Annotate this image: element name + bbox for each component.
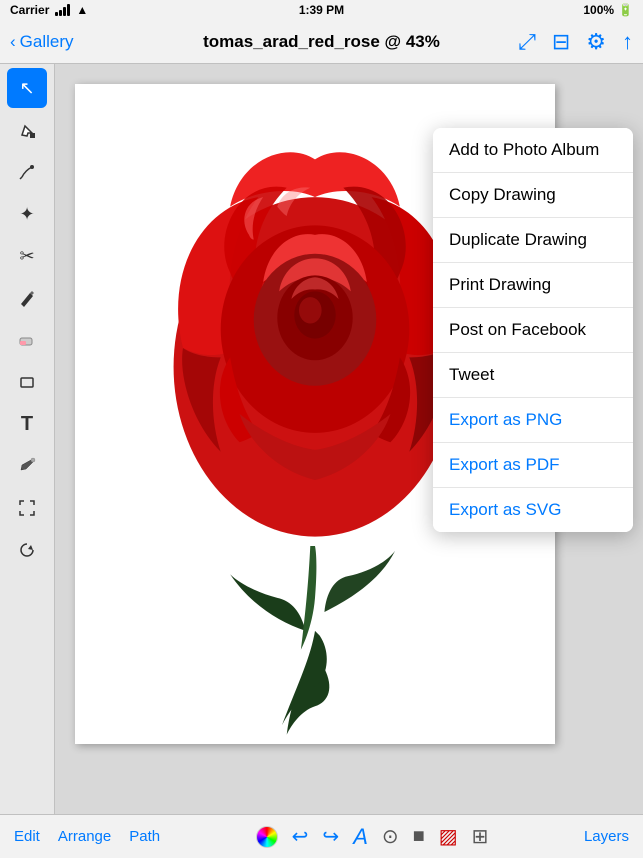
zoom-tool[interactable] bbox=[7, 488, 47, 528]
export-svg-item[interactable]: Export as SVG bbox=[433, 488, 633, 532]
fullscreen-icon[interactable]: ⤢ bbox=[518, 29, 536, 55]
scissors-tool[interactable]: ✂ bbox=[7, 236, 47, 276]
dropdown-menu: Add to Photo Album Copy Drawing Duplicat… bbox=[433, 128, 633, 532]
status-time: 1:39 PM bbox=[299, 3, 344, 17]
battery-icon: 🔋 bbox=[618, 3, 633, 17]
battery-label: 100% bbox=[583, 3, 614, 17]
layers-button[interactable]: Layers bbox=[584, 828, 629, 845]
wifi-icon: ▲ bbox=[76, 3, 88, 17]
status-bar-right: 100% 🔋 bbox=[583, 3, 633, 17]
arrange-button[interactable]: Arrange bbox=[58, 828, 111, 845]
nav-title: tomas_arad_red_rose @ 43% bbox=[203, 32, 440, 52]
back-chevron-icon: ‹ bbox=[10, 32, 16, 52]
share-icon[interactable]: ↑ bbox=[622, 29, 633, 55]
grid-icon[interactable]: ⊞ bbox=[472, 824, 489, 849]
image-icon[interactable]: ⊟ bbox=[552, 29, 570, 55]
undo-button[interactable]: ↩ bbox=[292, 824, 309, 849]
select-tool[interactable]: ↖ bbox=[7, 68, 47, 108]
text-tool[interactable]: T bbox=[7, 404, 47, 444]
carrier-label: Carrier bbox=[10, 3, 49, 17]
print-drawing-item[interactable]: Print Drawing bbox=[433, 263, 633, 308]
signal-icon bbox=[55, 4, 70, 16]
rotate-tool[interactable] bbox=[7, 530, 47, 570]
tweet-item[interactable]: Tweet bbox=[433, 353, 633, 398]
redo-button[interactable]: ↪ bbox=[322, 824, 339, 849]
status-bar-left: Carrier ▲ bbox=[10, 3, 88, 17]
bottom-center: ↩ ↪ A ⊙ ■ ▨ ⊞ bbox=[256, 824, 489, 850]
text-bottom-icon[interactable]: A bbox=[353, 824, 368, 850]
export-png-item[interactable]: Export as PNG bbox=[433, 398, 633, 443]
slash-icon[interactable]: ▨ bbox=[439, 824, 458, 849]
toolbar-left: ↖ ✦ ✂ bbox=[0, 64, 55, 814]
eraser-tool[interactable] bbox=[7, 320, 47, 360]
node-select-tool[interactable] bbox=[7, 110, 47, 150]
status-bar: Carrier ▲ 1:39 PM 100% 🔋 bbox=[0, 0, 643, 20]
copy-drawing-item[interactable]: Copy Drawing bbox=[433, 173, 633, 218]
bottom-left: Edit Arrange Path bbox=[14, 828, 160, 845]
post-facebook-item[interactable]: Post on Facebook bbox=[433, 308, 633, 353]
main-area: ↖ ✦ ✂ bbox=[0, 64, 643, 814]
color-picker-button[interactable] bbox=[256, 826, 278, 848]
export-pdf-item[interactable]: Export as PDF bbox=[433, 443, 633, 488]
eyedropper-tool[interactable] bbox=[7, 446, 47, 486]
back-button[interactable]: ‹ Gallery bbox=[10, 32, 74, 52]
bottom-bar: Edit Arrange Path ↩ ↪ A ⊙ ■ ▨ ⊞ Layers bbox=[0, 814, 643, 858]
target-icon[interactable]: ⊙ bbox=[382, 824, 399, 849]
node-tool[interactable]: ✦ bbox=[7, 194, 47, 234]
canvas-area[interactable]: Add to Photo Album Copy Drawing Duplicat… bbox=[55, 64, 643, 814]
pen-tool[interactable] bbox=[7, 152, 47, 192]
square-icon[interactable]: ■ bbox=[413, 825, 425, 848]
nav-bar: ‹ Gallery tomas_arad_red_rose @ 43% ⤢ ⊟ … bbox=[0, 20, 643, 64]
back-label: Gallery bbox=[20, 32, 74, 52]
pencil-tool[interactable] bbox=[7, 278, 47, 318]
nav-icons: ⤢ ⊟ ⚙ ↑ bbox=[518, 29, 633, 55]
add-to-photo-album-item[interactable]: Add to Photo Album bbox=[433, 128, 633, 173]
rectangle-tool[interactable] bbox=[7, 362, 47, 402]
edit-button[interactable]: Edit bbox=[14, 828, 40, 845]
path-button[interactable]: Path bbox=[129, 828, 160, 845]
settings-icon[interactable]: ⚙ bbox=[586, 29, 606, 55]
duplicate-drawing-item[interactable]: Duplicate Drawing bbox=[433, 218, 633, 263]
